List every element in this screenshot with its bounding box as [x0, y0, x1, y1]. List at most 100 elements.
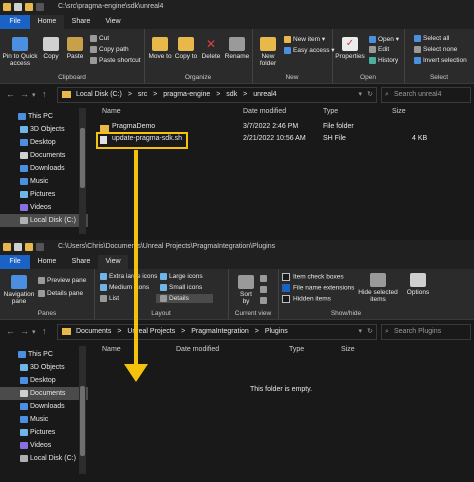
crumb-sep[interactable]: > — [153, 91, 157, 98]
navigation-pane-button[interactable]: Navigation pane — [2, 275, 36, 305]
new-folder-quick-icon[interactable] — [25, 3, 33, 11]
tab-view[interactable]: View — [98, 15, 128, 29]
select-all-button[interactable]: Select all — [414, 35, 449, 42]
nav-3d-objects[interactable]: 3D Objects — [0, 361, 88, 374]
crumb-src[interactable]: src — [138, 91, 147, 98]
file-name-extensions-toggle[interactable]: File name extensions — [282, 284, 354, 292]
open-button[interactable]: Open ▾ — [369, 35, 399, 43]
properties-quick-icon[interactable] — [14, 243, 22, 251]
easy-access-button[interactable]: Easy access ▾ — [284, 46, 335, 54]
crumb-documents[interactable]: Documents — [76, 328, 111, 335]
nav-pictures[interactable]: Pictures — [0, 188, 88, 201]
paste-button[interactable]: Paste — [64, 37, 86, 60]
column-size[interactable]: Size — [392, 108, 406, 115]
column-type[interactable]: Type — [289, 346, 304, 353]
add-columns-icon[interactable] — [260, 286, 269, 293]
crumb-sep[interactable]: > — [216, 91, 220, 98]
address-dropdown-icon[interactable]: ▾ — [358, 88, 362, 102]
crumb-local-disk[interactable]: Local Disk (C:) — [76, 91, 122, 98]
tab-home[interactable]: Home — [30, 15, 64, 29]
crumb-sep[interactable]: > — [255, 328, 259, 335]
nav-scrollbar[interactable] — [79, 346, 86, 474]
crumb-plugins[interactable]: Plugins — [265, 328, 288, 335]
layout-list[interactable]: List — [100, 295, 119, 302]
new-folder-button[interactable]: New folder — [256, 37, 280, 67]
search-box[interactable]: ⌕ Search Plugins — [381, 324, 471, 340]
preview-pane-button[interactable]: Preview pane — [38, 277, 86, 284]
sort-by-button[interactable]: Sort by — [236, 275, 256, 305]
nav-videos[interactable]: Videos — [0, 439, 88, 452]
tab-home[interactable]: Home — [30, 255, 64, 269]
properties-quick-icon[interactable] — [14, 3, 22, 11]
address-bar[interactable]: Documents > Unreal Projects > PragmaInte… — [57, 324, 377, 340]
invert-selection-button[interactable]: Invert selection — [414, 57, 467, 64]
back-arrow-icon[interactable]: ← — [6, 326, 15, 336]
paste-shortcut-button[interactable]: Paste shortcut — [90, 57, 141, 64]
tab-share[interactable]: Share — [64, 255, 98, 269]
dropdown-arrow-icon[interactable] — [36, 3, 44, 11]
crumb-sep[interactable]: > — [243, 91, 247, 98]
up-arrow-icon[interactable]: ↑ — [42, 326, 47, 336]
crumb-sep[interactable]: > — [181, 328, 185, 335]
rename-button[interactable]: Rename — [224, 37, 250, 60]
history-chevron-icon[interactable]: ▾ — [32, 91, 36, 99]
nav-scroll-thumb[interactable] — [80, 128, 85, 188]
nav-downloads[interactable]: Downloads — [0, 162, 88, 175]
new-folder-quick-icon[interactable] — [25, 243, 33, 251]
column-date-modified[interactable]: Date modified — [176, 346, 219, 353]
new-item-button[interactable]: New item ▾ — [284, 35, 325, 43]
address-bar[interactable]: Local Disk (C:) > src > pragma-engine > … — [57, 87, 377, 103]
nav-this-pc[interactable]: This PC — [0, 110, 88, 123]
crumb-sep[interactable]: > — [128, 91, 132, 98]
nav-3d-objects[interactable]: 3D Objects — [0, 123, 88, 136]
history-button[interactable]: History — [369, 57, 398, 64]
crumb-pragma-engine[interactable]: pragma-engine — [163, 91, 210, 98]
item-check-boxes-toggle[interactable]: Item check boxes — [282, 273, 344, 281]
history-chevron-icon[interactable]: ▾ — [32, 328, 36, 336]
move-to-button[interactable]: Move to — [148, 37, 172, 60]
nav-documents[interactable]: Documents — [0, 149, 88, 162]
tab-file[interactable]: File — [0, 255, 30, 269]
forward-arrow-icon[interactable]: → — [20, 326, 29, 336]
layout-small-icons[interactable]: Small icons — [160, 284, 202, 291]
cut-button[interactable]: Cut — [90, 35, 109, 42]
tab-file[interactable]: File — [0, 15, 30, 29]
hidden-items-toggle[interactable]: Hidden items — [282, 295, 331, 303]
nav-documents[interactable]: Documents — [0, 387, 88, 400]
crumb-sep[interactable]: > — [117, 328, 121, 335]
nav-desktop[interactable]: Desktop — [0, 374, 88, 387]
group-by-icon[interactable] — [260, 275, 269, 282]
layout-extra-large-icons[interactable]: Extra large icons — [100, 273, 157, 280]
nav-scrollbar[interactable] — [79, 108, 86, 234]
refresh-icon[interactable]: ↻ — [367, 88, 373, 102]
nav-desktop[interactable]: Desktop — [0, 136, 88, 149]
refresh-icon[interactable]: ↻ — [367, 325, 373, 339]
nav-local-disk[interactable]: Local Disk (C:) — [0, 452, 88, 465]
copy-path-button[interactable]: Copy path — [90, 46, 129, 53]
column-type[interactable]: Type — [323, 108, 338, 115]
nav-this-pc[interactable]: This PC — [0, 348, 88, 361]
layout-details[interactable]: Details — [156, 294, 213, 304]
layout-medium-icons[interactable]: Medium icons — [100, 284, 149, 291]
properties-button[interactable]: ✓ Properties — [334, 37, 366, 60]
up-arrow-icon[interactable]: ↑ — [42, 89, 47, 99]
nav-music[interactable]: Music — [0, 175, 88, 188]
back-arrow-icon[interactable]: ← — [6, 89, 15, 99]
copy-to-button[interactable]: Copy to — [174, 37, 198, 60]
delete-button[interactable]: ✕ Delete — [200, 37, 222, 60]
layout-large-icons[interactable]: Large icons — [160, 273, 203, 280]
column-name[interactable]: Name — [102, 108, 121, 115]
copy-button[interactable]: Copy — [40, 37, 62, 60]
dropdown-arrow-icon[interactable] — [36, 243, 44, 251]
nav-local-disk[interactable]: Local Disk (C:) — [0, 214, 88, 227]
pin-quick-access-button[interactable]: Pin to Quick access — [2, 37, 38, 67]
hide-selected-items-button[interactable]: Hide selected items — [358, 273, 398, 303]
details-pane-button[interactable]: Details pane — [38, 290, 83, 297]
tab-view[interactable]: View — [98, 255, 128, 269]
options-button[interactable]: Options — [404, 273, 432, 296]
column-size[interactable]: Size — [341, 346, 355, 353]
nav-videos[interactable]: Videos — [0, 201, 88, 214]
select-none-button[interactable]: Select none — [414, 46, 457, 53]
crumb-pragma-integration[interactable]: PragmaIntegration — [191, 328, 249, 335]
forward-arrow-icon[interactable]: → — [20, 89, 29, 99]
